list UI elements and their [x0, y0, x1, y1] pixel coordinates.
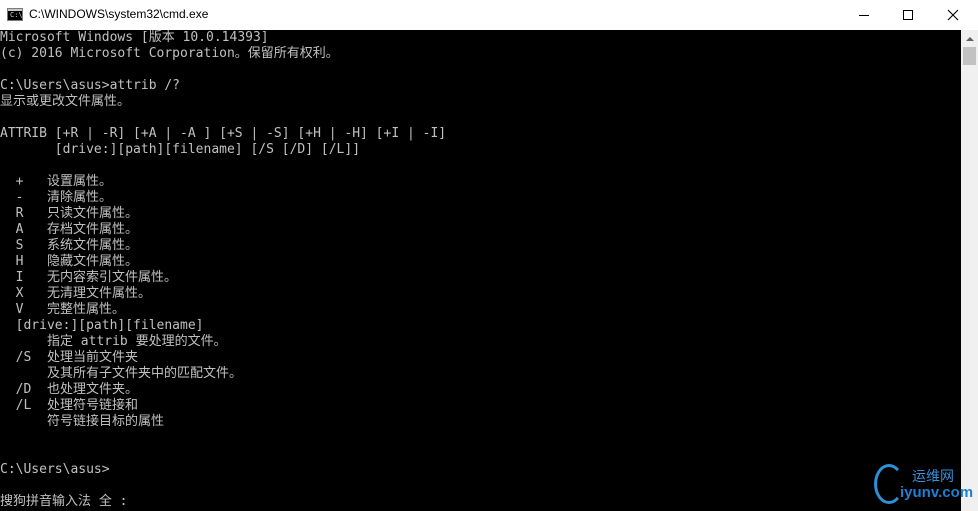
console-line: 显示或更改文件属性。 — [0, 94, 131, 109]
console-line: [drive:][path][filename] — [0, 318, 204, 333]
maximize-button[interactable] — [885, 0, 931, 30]
console-app-icon[interactable]: C:\ — [7, 8, 23, 21]
console-line: /D 也处理文件夹。 — [0, 382, 138, 397]
console-line: X 无清理文件属性。 — [0, 286, 151, 301]
console-line: H 隐藏文件属性。 — [0, 254, 138, 269]
console-output[interactable]: Microsoft Windows [版本 10.0.14393] (c) 20… — [0, 30, 961, 511]
minimize-icon — [859, 14, 869, 16]
scroll-up-button[interactable] — [961, 30, 978, 47]
console-line: /S 处理当前文件夹 — [0, 350, 138, 365]
minimize-button[interactable] — [841, 0, 887, 30]
console-line: V 完整性属性。 — [0, 302, 125, 317]
title-bar[interactable]: C:\ C:\WINDOWS\system32\cmd.exe — [0, 0, 978, 30]
console-prompt: C:\Users\asus> — [0, 462, 110, 477]
watermark-en-text: iyunv.com — [900, 484, 974, 501]
console-line: - 清除属性。 — [0, 190, 112, 205]
console-line: 指定 attrib 要处理的文件。 — [0, 334, 227, 349]
console-line: 及其所有子文件夹中的匹配文件。 — [0, 366, 242, 381]
watermark-logo: 运维网 iyunv.com — [870, 462, 974, 508]
console-line: (c) 2016 Microsoft Corporation。保留所有权利。 — [0, 46, 339, 61]
console-line: I 无内容索引文件属性。 — [0, 270, 177, 285]
console-line: /L 处理符号链接和 — [0, 398, 138, 413]
console-line: A 存档文件属性。 — [0, 222, 138, 237]
ime-status-bar: 搜狗拼音输入法 全 : — [0, 494, 128, 509]
console-line: Microsoft Windows [版本 10.0.14393] — [0, 30, 269, 45]
console-line: [drive:][path][filename] [/S [/D] [/L]] — [0, 142, 361, 157]
close-icon — [947, 9, 959, 21]
maximize-icon — [903, 10, 913, 20]
vertical-scrollbar[interactable] — [961, 30, 978, 511]
watermark-cn-text: 运维网 — [912, 469, 954, 485]
console-line: + 设置属性。 — [0, 174, 112, 189]
console-line: R 只读文件属性。 — [0, 206, 138, 221]
scrollbar-thumb[interactable] — [963, 47, 976, 65]
console-line: ATTRIB [+R | -R] [+A | -A ] [+S | -S] [+… — [0, 126, 447, 141]
window-title: C:\WINDOWS\system32\cmd.exe — [29, 7, 209, 21]
chevron-up-icon — [965, 36, 974, 41]
console-line: 符号链接目标的属性 — [0, 414, 164, 429]
console-line: C:\Users\asus>attrib /? — [0, 78, 181, 93]
console-line: S 系统文件属性。 — [0, 238, 138, 253]
close-button[interactable] — [930, 0, 976, 30]
